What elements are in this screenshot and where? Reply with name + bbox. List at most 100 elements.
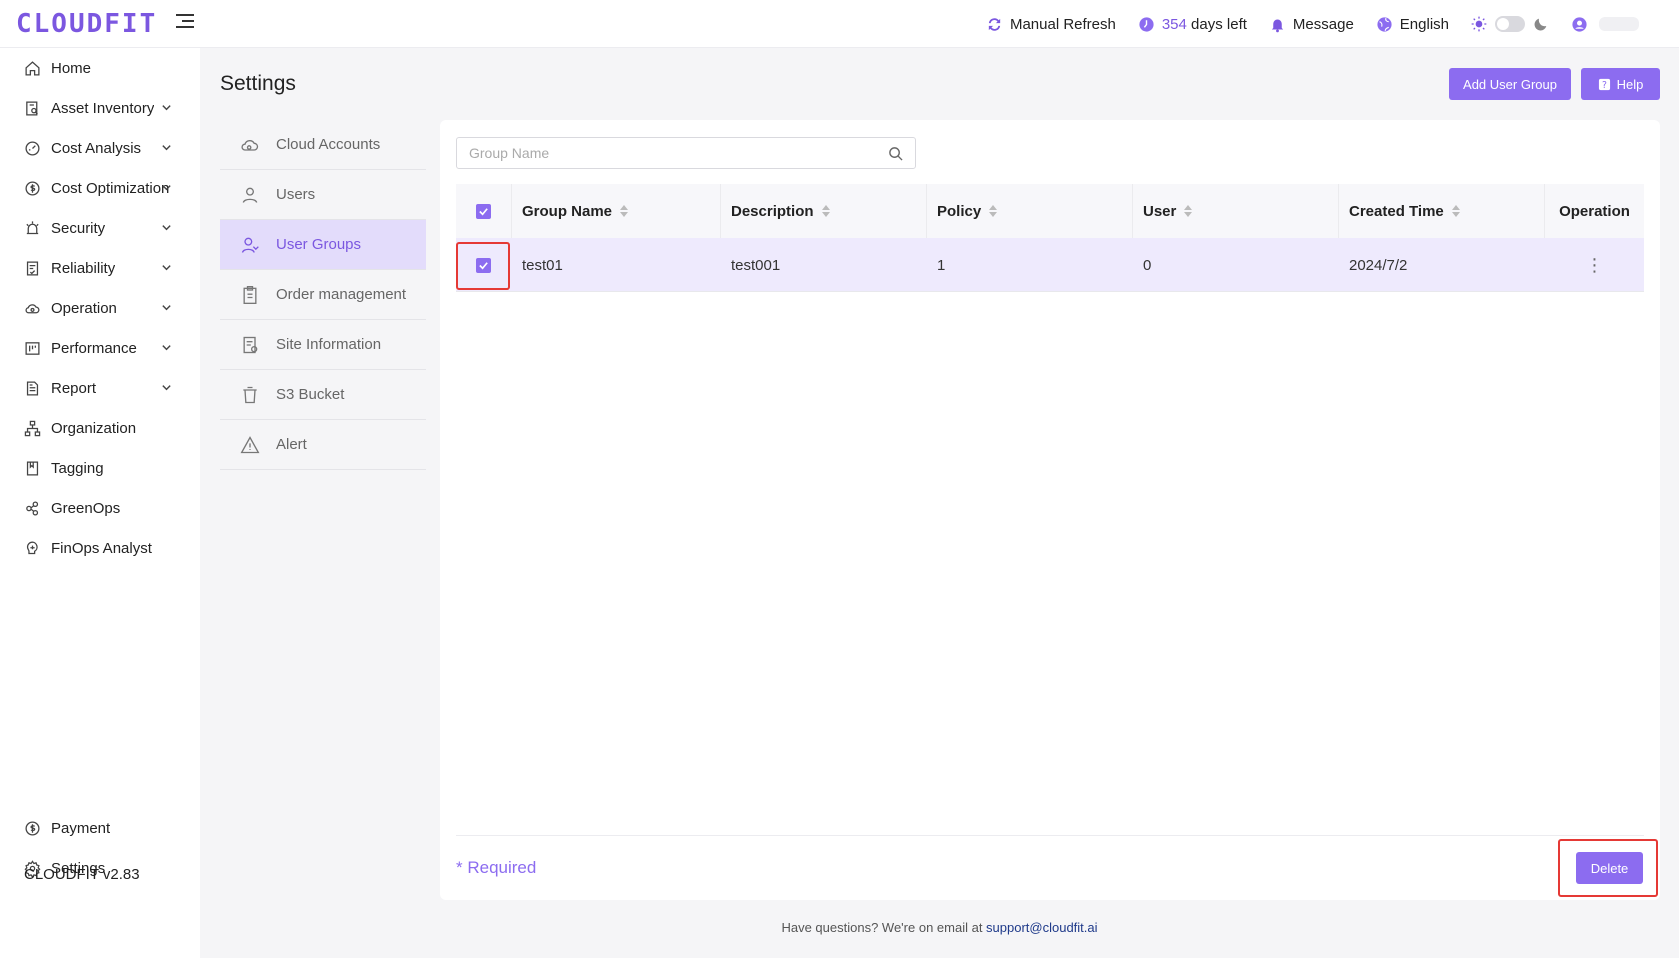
footer-text: Have questions? We're on email at [781, 920, 987, 935]
site-info-icon [243, 336, 258, 353]
required-note: * Required [456, 858, 537, 877]
language-select[interactable]: English [1376, 16, 1449, 33]
search-box [456, 137, 916, 169]
operation-cell: ⋮ [1545, 238, 1644, 292]
sort-icon[interactable] [989, 205, 998, 217]
sidebar-item-security[interactable]: Security [0, 208, 200, 248]
gauge-icon [25, 140, 40, 156]
user-menu[interactable] [1571, 16, 1639, 33]
sidebar-item-report[interactable]: Report [0, 368, 200, 408]
cell-description: test001 [731, 256, 781, 274]
theme-switch[interactable] [1471, 16, 1549, 32]
manual-refresh-label: Manual Refresh [1009, 15, 1116, 33]
sidebar-item-finops-analyst[interactable]: FinOps Analyst [0, 528, 200, 568]
group-name-search-input[interactable] [469, 145, 888, 161]
sidebar-item-performance[interactable]: Performance [0, 328, 200, 368]
table-row[interactable]: test01 test001 1 0 2024/7/2 ⋮ [456, 238, 1644, 292]
alarm-icon [26, 220, 39, 234]
help-label: Help [1616, 76, 1644, 92]
user-groups-table: Group Name Description Policy User Creat… [456, 184, 1644, 292]
menu-toggle-icon[interactable] [176, 14, 194, 32]
sub-item-user-groups[interactable]: User Groups [220, 220, 426, 270]
search-icon[interactable] [888, 146, 903, 161]
days-suffix: days left [1191, 15, 1247, 33]
cell-group-name: test01 [522, 256, 563, 274]
sort-icon[interactable] [821, 205, 830, 217]
avatar-icon [1572, 16, 1587, 32]
column-policy[interactable]: Policy [927, 184, 1133, 238]
sidebar-item-tagging[interactable]: Tagging [0, 448, 200, 488]
sidebar-item-cost-analysis[interactable]: Cost Analysis [0, 128, 200, 168]
sub-item-order-management[interactable]: Order management [220, 270, 426, 320]
page-footer: Have questions? We're on email at suppor… [0, 920, 1679, 935]
org-icon [24, 420, 41, 436]
column-operation: Operation [1559, 202, 1630, 220]
dollar-icon [25, 180, 40, 196]
doc-check-icon [26, 260, 39, 276]
sidebar-item-cost-optimization[interactable]: Cost Optimization [0, 168, 200, 208]
user-icon [242, 187, 258, 203]
select-all-cell [456, 184, 512, 238]
select-all-checkbox[interactable] [476, 203, 491, 219]
leaf-icon [26, 500, 39, 516]
add-user-group-button[interactable]: Add User Group [1449, 68, 1571, 100]
column-description[interactable]: Description [721, 184, 927, 238]
home-icon [25, 60, 40, 76]
manual-refresh-button[interactable]: Manual Refresh [986, 16, 1116, 33]
report-icon [26, 380, 39, 396]
sub-item-users[interactable]: Users [220, 170, 426, 220]
sort-icon[interactable] [1451, 205, 1460, 217]
chevron-down-icon [162, 305, 171, 311]
sub-item-cloud-accounts[interactable]: Cloud Accounts [220, 120, 426, 170]
delete-highlight-box [1558, 839, 1658, 897]
warning-icon [240, 435, 260, 453]
cell-policy: 1 [937, 256, 946, 274]
language-label: English [1399, 15, 1449, 33]
dollar-icon [25, 820, 40, 836]
sidebar-item-home[interactable]: Home [0, 48, 200, 88]
chevron-down-icon [162, 385, 171, 391]
sub-item-site-information[interactable]: Site Information [220, 320, 426, 370]
help-button[interactable]: ? Help [1581, 68, 1660, 100]
theme-toggle[interactable] [1495, 16, 1525, 32]
clipboard-icon [243, 285, 257, 304]
message-label: Message [1292, 15, 1354, 33]
license-days: 354 days left [1138, 16, 1247, 33]
sidebar-item-organization[interactable]: Organization [0, 408, 200, 448]
column-group-name[interactable]: Group Name [512, 184, 721, 238]
days-count: 354 [1161, 15, 1187, 33]
clock-icon [1139, 16, 1154, 32]
logo[interactable]: CLOUDFIT [16, 9, 157, 39]
message-button[interactable]: Message [1269, 16, 1354, 33]
globe-icon [1377, 16, 1392, 32]
tag-icon [26, 460, 39, 476]
brain-icon [26, 540, 38, 554]
column-user[interactable]: User [1133, 184, 1339, 238]
sidebar-item-reliability[interactable]: Reliability [0, 248, 200, 288]
sidebar-item-greenops[interactable]: GreenOps [0, 488, 200, 528]
page-title: Settings [220, 72, 296, 95]
sort-icon[interactable] [620, 205, 629, 217]
help-icon: ? [1598, 78, 1610, 91]
board-icon [25, 341, 40, 355]
sub-item-alert[interactable]: Alert [220, 420, 426, 470]
checkbox-highlight-box [456, 242, 510, 290]
cell-created-time: 2024/7/2 [1349, 256, 1408, 274]
svg-text:?: ? [1602, 80, 1607, 91]
sidebar-item-payment[interactable]: Payment [0, 808, 200, 848]
support-email-link[interactable]: support@cloudfit.ai [986, 920, 1097, 935]
sidebar-item-operation[interactable]: Operation [0, 288, 200, 328]
chevron-down-icon [162, 145, 171, 151]
chevron-down-icon [162, 105, 171, 111]
more-options-icon[interactable]: ⋮ [1586, 256, 1604, 274]
sun-icon [1471, 16, 1487, 32]
column-created-time[interactable]: Created Time [1339, 184, 1545, 238]
sub-item-s3-bucket[interactable]: S3 Bucket [220, 370, 426, 420]
user-group-icon [241, 237, 259, 253]
cloud-icon [25, 303, 40, 313]
top-header: CLOUDFIT Manual Refresh 354 days left Me… [0, 0, 1679, 48]
sidebar-item-asset-inventory[interactable]: Asset Inventory [0, 88, 200, 128]
moon-icon [1534, 18, 1547, 31]
sort-icon[interactable] [1184, 205, 1193, 217]
check-icon [479, 207, 488, 215]
